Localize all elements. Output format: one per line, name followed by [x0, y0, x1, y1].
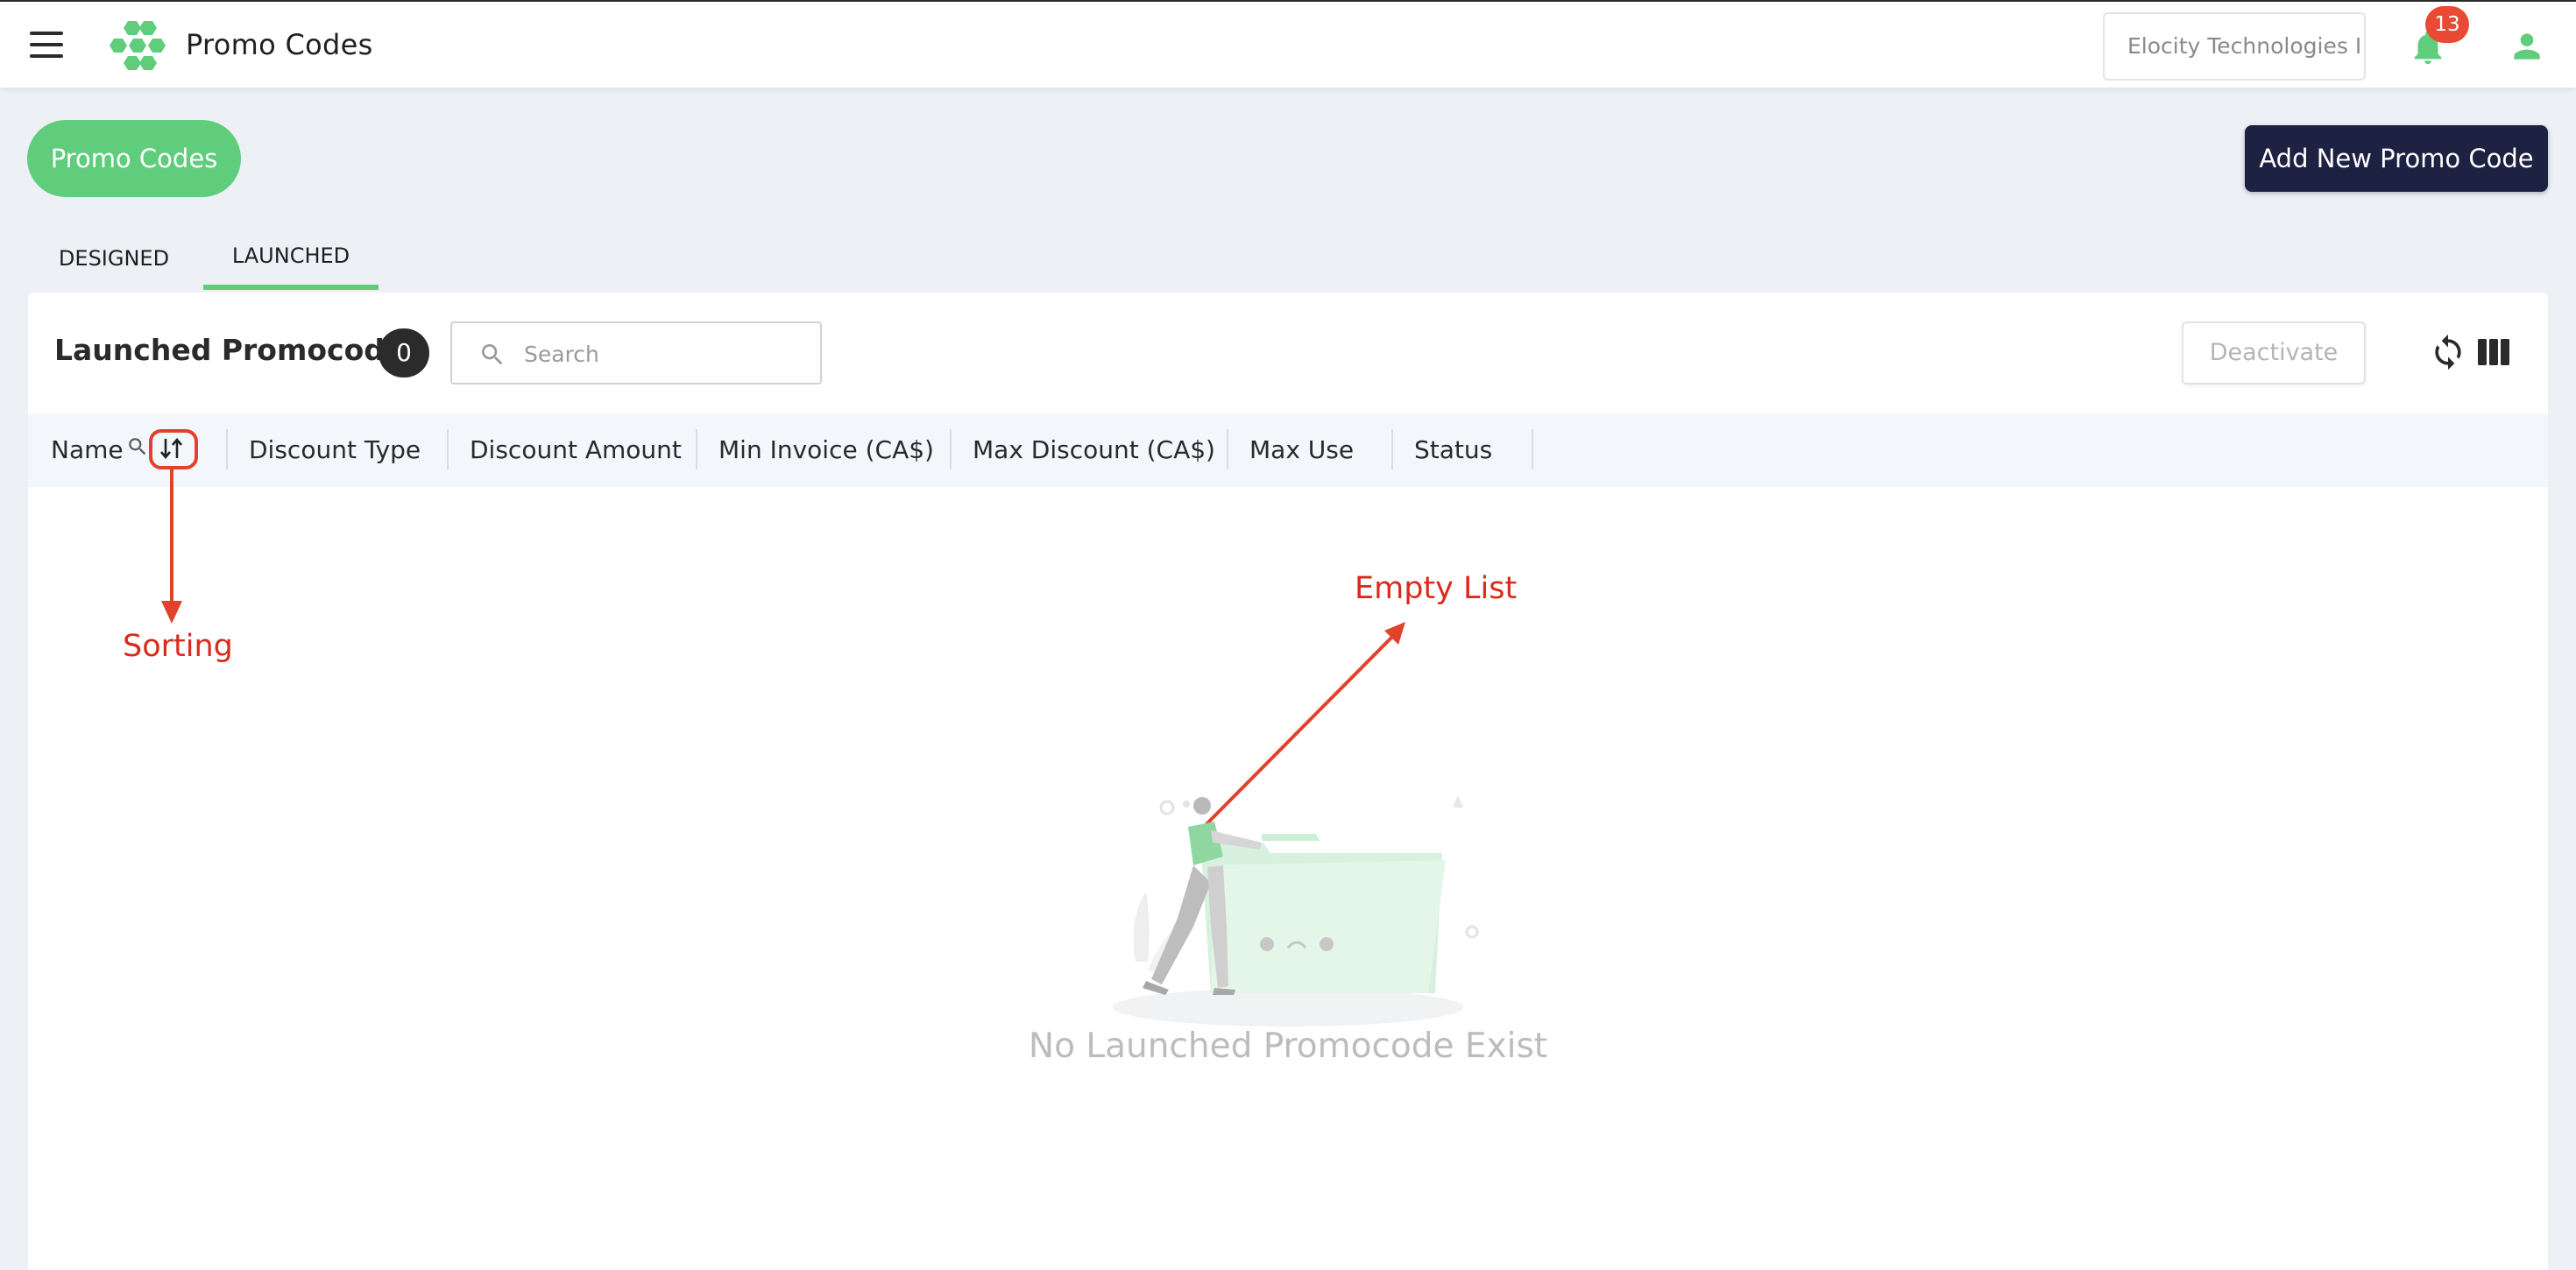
notification-count-badge: 13: [2425, 6, 2469, 43]
user-account-icon[interactable]: [2508, 26, 2546, 67]
page-title-pill: Promo Codes: [27, 120, 241, 197]
column-header-max-discount[interactable]: Max Discount (CA$): [973, 413, 1215, 487]
tab-designed[interactable]: DESIGNED: [28, 235, 200, 293]
refresh-icon[interactable]: [2429, 333, 2467, 371]
sorting-annotation-label: Sorting: [123, 629, 233, 664]
search-icon: [482, 344, 503, 365]
empty-state-message: No Launched Promocode Exist: [1028, 1027, 1548, 1066]
column-header-name[interactable]: Name: [51, 413, 124, 487]
column-header-min-invoice[interactable]: Min Invoice (CA$): [718, 413, 934, 487]
column-divider: [447, 429, 449, 469]
app-logo-icon: [110, 21, 166, 70]
column-divider: [1227, 429, 1228, 469]
top-bar: Promo Codes Elocity Technologies I 13: [0, 0, 2576, 88]
column-header-status[interactable]: Status: [1414, 413, 1492, 487]
empty-folder-illustration: [1113, 795, 1479, 1027]
add-new-promo-code-button[interactable]: Add New Promo Code: [2245, 125, 2548, 192]
search-field[interactable]: [450, 321, 822, 385]
column-divider: [1532, 429, 1533, 469]
empty-list-annotation-label: Empty List: [1355, 571, 1518, 606]
column-divider: [950, 429, 952, 469]
column-divider: [226, 429, 228, 469]
column-header-discount-amount[interactable]: Discount Amount: [470, 413, 682, 487]
sorting-highlight-circle: [149, 429, 198, 469]
deactivate-button[interactable]: Deactivate: [2182, 321, 2366, 385]
column-divider: [696, 429, 697, 469]
list-count-badge: 0: [379, 328, 429, 377]
app-title: Promo Codes: [186, 28, 373, 61]
organization-select[interactable]: Elocity Technologies I: [2103, 12, 2366, 81]
list-title: Launched Promocode: [54, 333, 405, 367]
column-header-discount-type[interactable]: Discount Type: [249, 413, 421, 487]
view-columns-icon[interactable]: [2478, 339, 2509, 365]
column-divider: [1391, 429, 1393, 469]
name-filter-search-icon[interactable]: [126, 435, 149, 458]
tab-launched[interactable]: LAUNCHED: [203, 232, 379, 290]
table-header: Name Discount Type Discount Amount Min I…: [28, 413, 2548, 487]
column-header-max-use[interactable]: Max Use: [1249, 413, 1354, 487]
search-input[interactable]: [522, 334, 806, 374]
hamburger-menu-icon[interactable]: [30, 32, 63, 58]
